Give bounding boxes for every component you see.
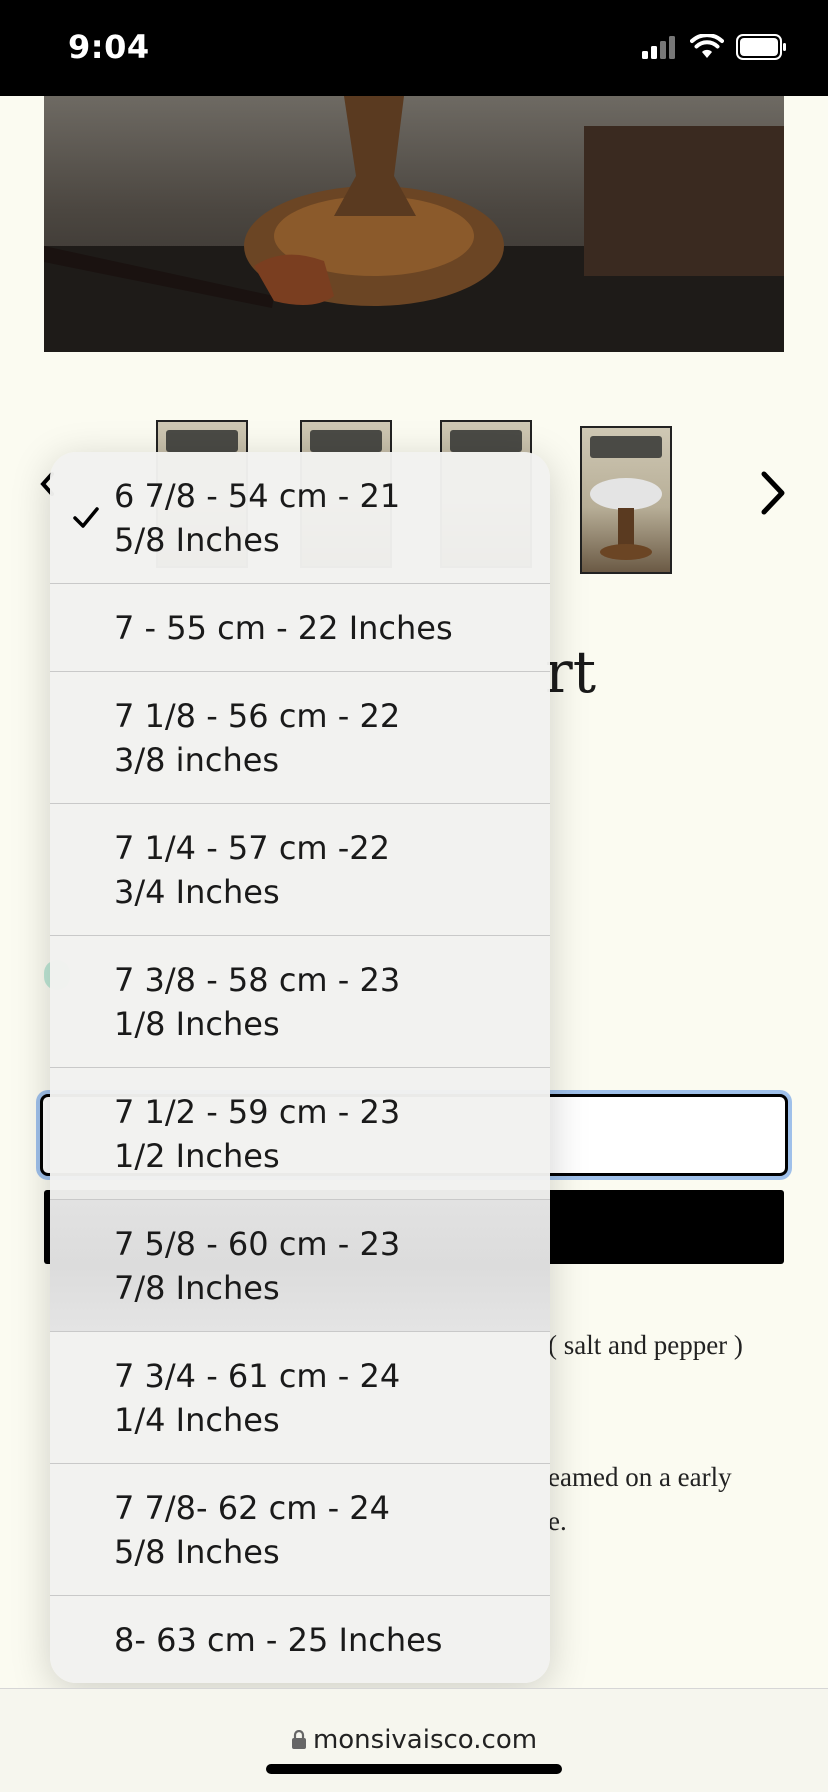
size-option-label: 3/4 Inches — [114, 872, 280, 911]
thumbnail-logo — [590, 436, 662, 458]
description-fragment: ( salt and pepper ) — [548, 1330, 743, 1360]
size-option-9[interactable]: 8- 63 cm - 25 Inches — [50, 1596, 550, 1683]
url-text: monsivaisco.com — [312, 1725, 538, 1755]
size-option-label: 5/8 Inches — [114, 520, 280, 559]
size-option-label: 5/8 Inches — [114, 1532, 280, 1571]
product-hero-image — [44, 96, 784, 352]
size-option-label: 8- 63 cm - 25 Inches — [114, 1621, 443, 1659]
lock-icon — [291, 1729, 306, 1749]
description-fragment: eamed on a early — [548, 1462, 732, 1492]
size-option-label: 7/8 Inches — [114, 1268, 280, 1307]
cellular-signal-icon — [642, 36, 675, 59]
size-option-label: 6 7/8 - 54 cm - 21 — [114, 476, 401, 515]
size-option-6[interactable]: 7 5/8 - 60 cm - 23 7/8 Inches — [50, 1200, 550, 1332]
status-time: 9:04 — [68, 28, 150, 66]
size-option-5[interactable]: 7 1/2 - 59 cm - 23 1/2 Inches — [50, 1068, 550, 1200]
battery-icon — [736, 34, 786, 60]
chevron-right-icon[interactable] — [760, 470, 788, 516]
size-option-0[interactable]: 6 7/8 - 54 cm - 21 5/8 Inches — [50, 452, 550, 584]
size-option-7[interactable]: 7 3/4 - 61 cm - 24 1/4 Inches — [50, 1332, 550, 1464]
browser-address-bar[interactable]: monsivaisco.com — [0, 1688, 828, 1792]
url-display[interactable]: monsivaisco.com — [0, 1725, 828, 1755]
thumbnail-logo — [450, 430, 522, 452]
size-option-4[interactable]: 7 3/8 - 58 cm - 23 1/8 Inches — [50, 936, 550, 1068]
wifi-icon — [690, 34, 724, 58]
size-option-label: 7 5/8 - 60 cm - 23 — [114, 1224, 401, 1263]
status-bar: 9:04 — [0, 0, 828, 96]
size-option-label: 7 3/8 - 58 cm - 23 — [114, 960, 401, 999]
size-dropdown-menu: 6 7/8 - 54 cm - 21 5/8 Inches 7 - 55 cm -… — [50, 452, 550, 1683]
size-option-label: 3/8 inches — [114, 740, 280, 779]
size-option-1[interactable]: 7 - 55 cm - 22 Inches — [50, 584, 550, 672]
size-option-8[interactable]: 7 7/8- 62 cm - 24 5/8 Inches — [50, 1464, 550, 1596]
size-option-label: 7 1/8 - 56 cm - 22 — [114, 696, 401, 735]
size-option-2[interactable]: 7 1/8 - 56 cm - 22 3/8 inches — [50, 672, 550, 804]
size-option-label: 7 3/4 - 61 cm - 24 — [114, 1356, 401, 1395]
size-option-label: 7 - 55 cm - 22 Inches — [114, 608, 453, 647]
size-option-label: 7 7/8- 62 cm - 24 — [114, 1488, 391, 1527]
checkmark-icon — [73, 506, 99, 528]
thumbnail-logo — [166, 430, 238, 452]
thumbnail-4[interactable] — [580, 426, 672, 574]
size-option-label: 1/4 Inches — [114, 1400, 280, 1439]
status-icons — [642, 34, 788, 60]
home-indicator[interactable] — [266, 1764, 562, 1774]
product-title-fragment: rt — [545, 638, 597, 706]
size-option-3[interactable]: 7 1/4 - 57 cm -22 3/4 Inches — [50, 804, 550, 936]
size-option-label: 7 1/4 - 57 cm -22 — [114, 828, 391, 867]
size-option-label: 1/8 Inches — [114, 1004, 280, 1043]
size-option-label: 1/2 Inches — [114, 1136, 280, 1175]
thumbnail-logo — [310, 430, 382, 452]
size-option-label: 7 1/2 - 59 cm - 23 — [114, 1092, 401, 1131]
description-fragment: e. — [548, 1506, 567, 1536]
